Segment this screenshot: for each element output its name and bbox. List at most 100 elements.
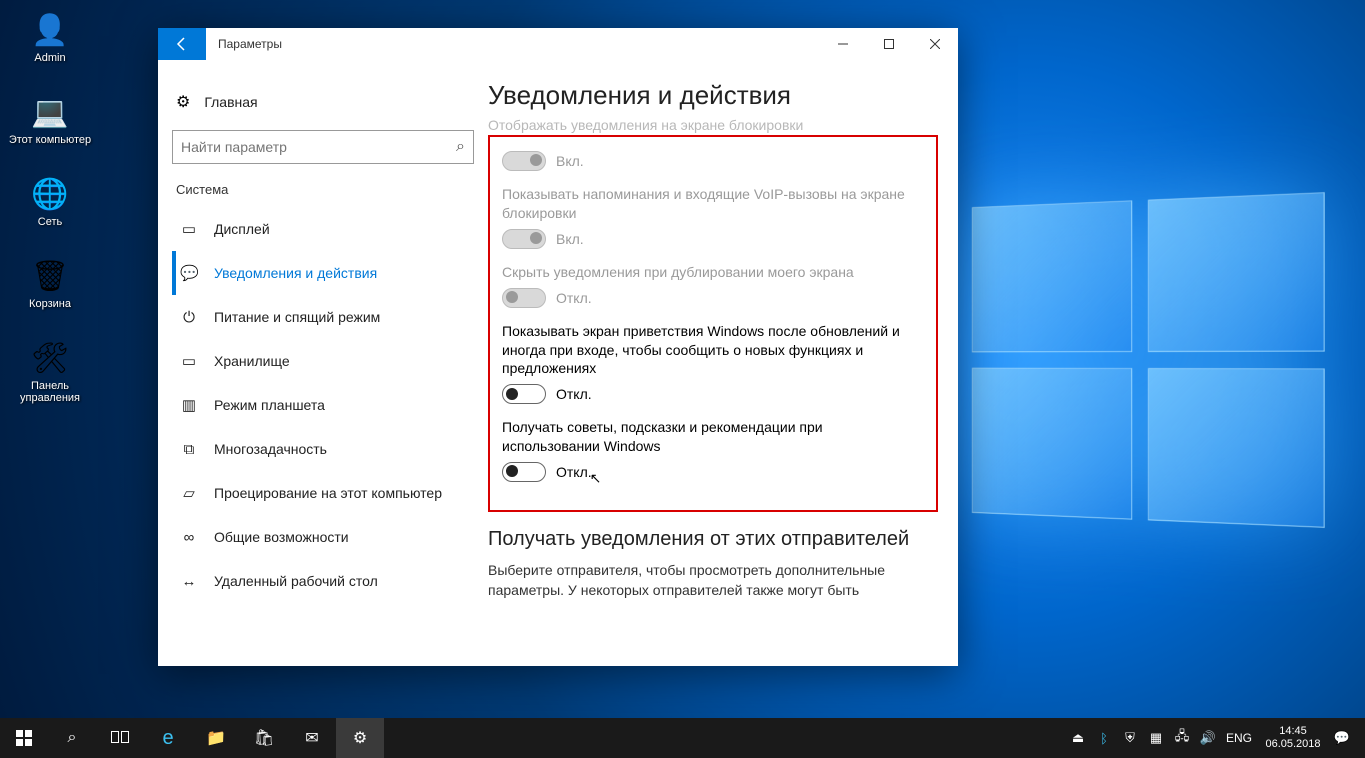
nav-label: Питание и спящий режим bbox=[214, 309, 380, 325]
taskbar-edge[interactable]: e bbox=[144, 718, 192, 758]
desktop-glyph: 👤 bbox=[30, 10, 70, 50]
page-title: Уведомления и действия bbox=[488, 80, 938, 111]
option-label: Показывать экран приветствия Windows пос… bbox=[502, 322, 924, 379]
nav-icon: 💬 bbox=[180, 264, 198, 282]
nav-item-3[interactable]: ▭ Хранилище bbox=[172, 339, 488, 383]
highlighted-region: Вкл. Показывать напоминания и входящие Vo… bbox=[488, 135, 938, 512]
nav-icon: ▭ bbox=[180, 220, 198, 238]
sidebar: ⚙ Главная ⌕ Система ▭ Дисплей 💬 Уведомления… bbox=[158, 60, 488, 666]
nav-label: Уведомления и действия bbox=[214, 265, 377, 281]
nav-item-1[interactable]: 💬 Уведомления и действия bbox=[172, 251, 488, 295]
toggle-state: Откл.↖ bbox=[556, 464, 603, 481]
section-senders-body: Выберите отправителя, чтобы просмотреть … bbox=[488, 561, 938, 600]
start-button[interactable] bbox=[0, 718, 48, 758]
close-button[interactable] bbox=[912, 28, 958, 60]
tray-usb-icon[interactable]: ⏏ bbox=[1065, 730, 1091, 746]
nav-label: Удаленный рабочий стол bbox=[214, 573, 378, 589]
cutoff-label: Отображать уведомления на экране блокиро… bbox=[488, 117, 938, 133]
tray-date: 06.05.2018 bbox=[1265, 738, 1320, 751]
desktop-glyph: 🌐 bbox=[30, 174, 70, 214]
desktop-label: Admin bbox=[34, 52, 65, 64]
search-box[interactable]: ⌕ bbox=[172, 130, 474, 164]
nav-icon: ▭ bbox=[180, 352, 198, 370]
minimize-button[interactable] bbox=[820, 28, 866, 60]
taskbar-settings[interactable]: ⚙ bbox=[336, 718, 384, 758]
desktop-icon-4[interactable]: 🛠Панель управления bbox=[8, 336, 92, 406]
desktop-icon-0[interactable]: 👤 Admin bbox=[8, 8, 92, 78]
desktop-icon-2[interactable]: 🌐 Сеть bbox=[8, 172, 92, 242]
tray-security-icon[interactable]: ⛨ bbox=[1117, 730, 1143, 746]
taskbar-store[interactable]: 🛍 bbox=[240, 718, 288, 758]
desktop-icon-3[interactable]: 🗑 Корзина bbox=[8, 254, 92, 324]
gear-icon: ⚙ bbox=[176, 92, 190, 112]
toggle-state: Откл. bbox=[556, 386, 592, 402]
action-center-icon[interactable]: 💬 bbox=[1329, 730, 1355, 746]
desktop-glyph: 💻 bbox=[30, 92, 70, 132]
nav-icon: ⧉ bbox=[180, 441, 198, 458]
titlebar: Параметры bbox=[158, 28, 958, 60]
setting-option-0: Вкл. bbox=[502, 151, 924, 171]
settings-window: Параметры ⚙ Главная ⌕ Система ▭ Дисплей 💬 У… bbox=[158, 28, 958, 666]
desktop-icon-1[interactable]: 💻Этот компьютер bbox=[8, 90, 92, 160]
tray-volume-icon[interactable]: 🔊 bbox=[1195, 730, 1221, 746]
tray-network-icon[interactable]: 🖧 bbox=[1169, 727, 1195, 749]
nav-item-4[interactable]: ▥ Режим планшета bbox=[172, 383, 488, 427]
cursor-icon: ↖ bbox=[590, 470, 602, 487]
nav-item-5[interactable]: ⧉ Многозадачность bbox=[172, 427, 488, 471]
setting-option-2: Скрыть уведомления при дублировании моег… bbox=[502, 263, 924, 308]
back-button[interactable] bbox=[158, 28, 206, 60]
taskbar-explorer[interactable]: 📁 bbox=[192, 718, 240, 758]
nav-icon: ▥ bbox=[180, 396, 198, 414]
nav-item-8[interactable]: ↔Удаленный рабочий стол bbox=[172, 559, 488, 603]
home-link[interactable]: ⚙ Главная bbox=[172, 84, 488, 120]
task-view-button[interactable] bbox=[96, 718, 144, 758]
nav-item-0[interactable]: ▭ Дисплей bbox=[172, 207, 488, 251]
toggle-state: Вкл. bbox=[556, 231, 584, 247]
search-button[interactable]: ⌕ bbox=[48, 718, 96, 758]
search-input[interactable] bbox=[181, 139, 456, 155]
toggle-state: Откл. bbox=[556, 290, 592, 306]
nav-item-6[interactable]: ▱ Проецирование на этот компьютер bbox=[172, 471, 488, 515]
nav-icon: ∞ bbox=[180, 529, 198, 546]
nav-label: Проецирование на этот компьютер bbox=[214, 485, 442, 501]
section-senders-title: Получать уведомления от этих отправителе… bbox=[488, 528, 938, 551]
setting-option-4: Получать советы, подсказки и рекомендаци… bbox=[502, 418, 924, 482]
desktop-label: Панель управления bbox=[8, 380, 92, 404]
home-label: Главная bbox=[204, 94, 257, 110]
nav-label: Многозадачность bbox=[214, 441, 327, 457]
setting-option-1: Показывать напоминания и входящие VoIP-в… bbox=[502, 185, 924, 249]
tray-vm-icon[interactable]: ▦ bbox=[1143, 730, 1169, 746]
nav-icon: ▱ bbox=[180, 484, 198, 502]
toggle-switch bbox=[502, 288, 546, 308]
taskbar: ⌕ e 📁 🛍 ✉ ⚙ ⏏ ᛒ ⛨ ▦ 🖧 🔊 ENG 14:45 06.05.… bbox=[0, 718, 1365, 758]
tray-time: 14:45 bbox=[1279, 725, 1307, 738]
desktop-glyph: 🛠 bbox=[30, 338, 70, 378]
desktop-label: Сеть bbox=[38, 216, 62, 228]
toggle-switch[interactable] bbox=[502, 384, 546, 404]
maximize-button[interactable] bbox=[866, 28, 912, 60]
setting-option-3: Показывать экран приветствия Windows пос… bbox=[502, 322, 924, 405]
toggle-switch[interactable] bbox=[502, 462, 546, 482]
option-label: Показывать напоминания и входящие VoIP-в… bbox=[502, 185, 924, 223]
nav-item-2[interactable]: ⏻ Питание и спящий режим bbox=[172, 295, 488, 339]
desktop-glyph: 🗑 bbox=[30, 256, 70, 296]
window-title: Параметры bbox=[218, 37, 282, 51]
tray-language[interactable]: ENG bbox=[1221, 731, 1257, 745]
nav-label: Режим планшета bbox=[214, 397, 325, 413]
taskbar-mail[interactable]: ✉ bbox=[288, 718, 336, 758]
desktop-label: Корзина bbox=[29, 298, 71, 310]
nav-label: Дисплей bbox=[214, 221, 270, 237]
tray-bluetooth-icon[interactable]: ᛒ bbox=[1091, 731, 1117, 746]
nav-group-label: Система bbox=[176, 182, 488, 197]
main-pane: Уведомления и действия Отображать уведом… bbox=[488, 60, 958, 666]
option-label: Скрыть уведомления при дублировании моег… bbox=[502, 263, 924, 282]
toggle-switch bbox=[502, 151, 546, 171]
system-tray: ⏏ ᛒ ⛨ ▦ 🖧 🔊 ENG 14:45 06.05.2018 💬 bbox=[1065, 718, 1365, 758]
nav-icon: ⏻ bbox=[180, 309, 198, 326]
nav-item-7[interactable]: ∞ Общие возможности bbox=[172, 515, 488, 559]
search-icon: ⌕ bbox=[456, 138, 465, 156]
tray-clock[interactable]: 14:45 06.05.2018 bbox=[1257, 725, 1329, 750]
toggle-switch bbox=[502, 229, 546, 249]
nav-label: Хранилище bbox=[214, 353, 290, 369]
nav-label: Общие возможности bbox=[214, 529, 349, 545]
